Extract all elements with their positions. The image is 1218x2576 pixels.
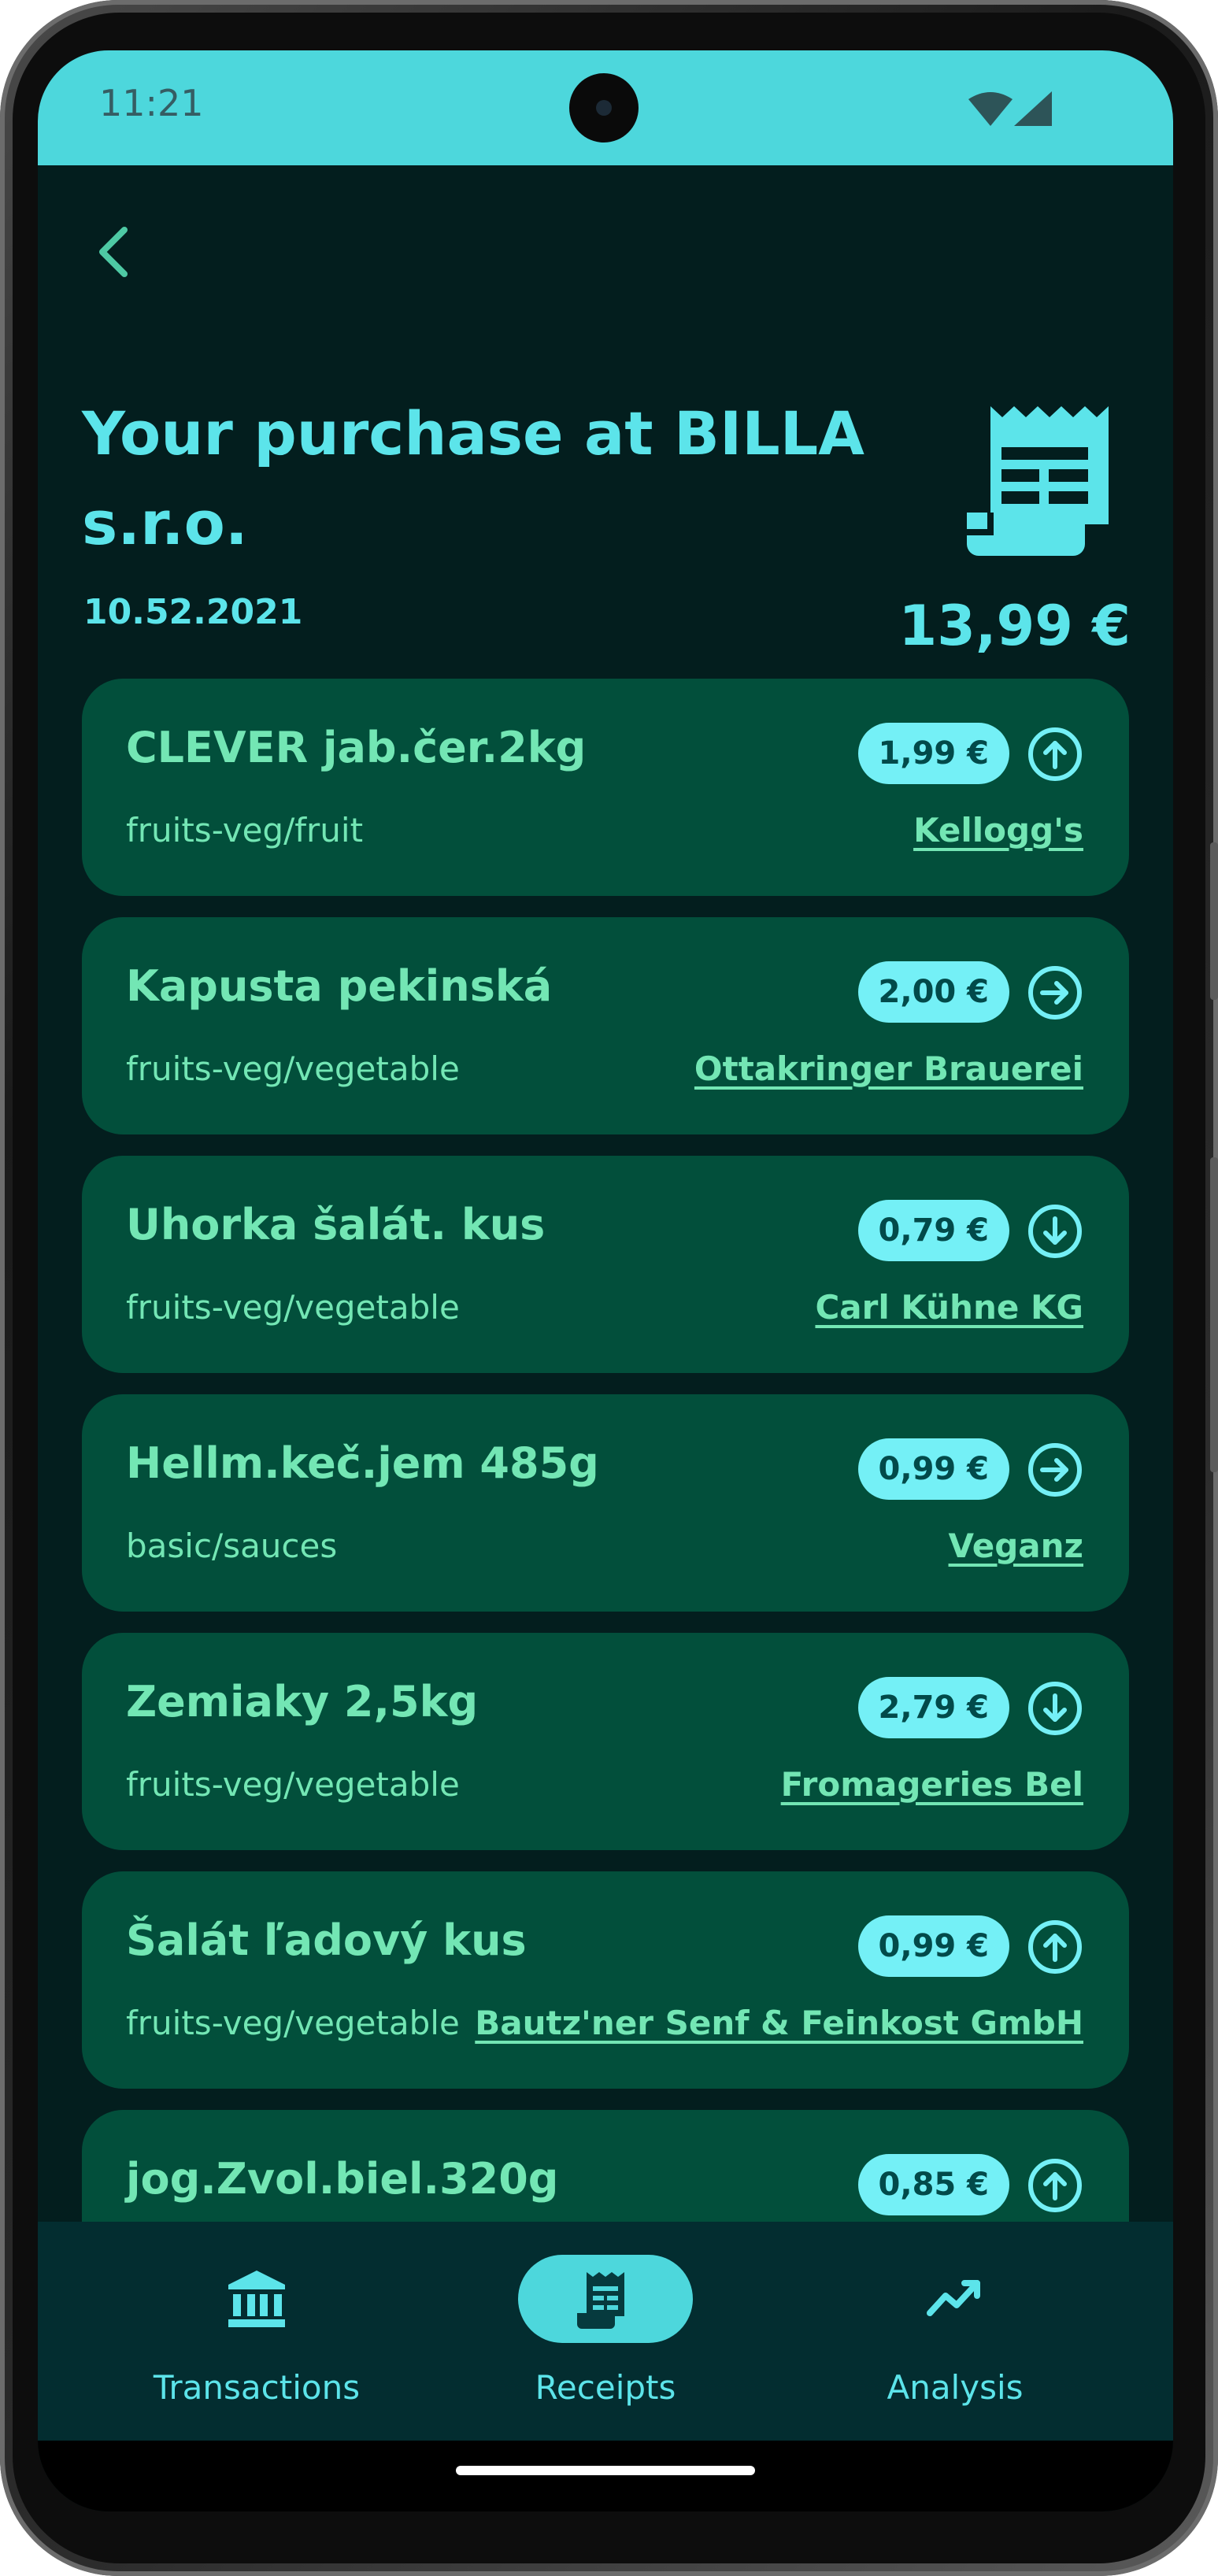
arrow-right-circle-icon <box>1028 966 1082 1020</box>
bank-icon <box>228 2271 285 2327</box>
item-name: Hellm.keč.jem 485g <box>126 1438 599 1488</box>
price-badge: 0,99 € <box>857 1915 1009 1977</box>
nav-item-analysis[interactable]: Analysis <box>766 2222 1144 2441</box>
price-badge: 2,00 € <box>857 961 1009 1023</box>
item-category: fruits-veg/vegetable <box>126 1765 460 1804</box>
receipt-items-list: CLEVER jab.čer.2kg 1,99 € fruits-veg/fru… <box>82 679 1129 2348</box>
nav-item-transactions[interactable]: Transactions <box>68 2222 446 2441</box>
nav-item-receipts[interactable]: Receipts <box>416 2222 794 2441</box>
volume-button <box>1210 842 1218 1000</box>
purchase-date: 10.52.2021 <box>83 592 303 632</box>
gesture-bar-area <box>38 2441 1173 2511</box>
list-item[interactable]: Kapusta pekinská 2,00 € fruits-veg/veget… <box>82 917 1129 1134</box>
front-camera <box>569 73 639 142</box>
item-name: Uhorka šalát. kus <box>126 1200 546 1249</box>
arrow-right-circle-icon <box>1028 1443 1082 1497</box>
list-item[interactable]: Uhorka šalát. kus 0,79 € fruits-veg/vege… <box>82 1156 1129 1373</box>
arrow-up-circle-icon <box>1028 2159 1082 2212</box>
signal-icon <box>1014 91 1052 126</box>
arrow-down-circle-icon <box>1028 1205 1082 1258</box>
list-item[interactable]: CLEVER jab.čer.2kg 1,99 € fruits-veg/fru… <box>82 679 1129 896</box>
page-title: Your purchase at BILLA s.r.o. <box>82 398 864 558</box>
item-name: CLEVER jab.čer.2kg <box>126 723 587 772</box>
item-name: Kapusta pekinská <box>126 961 553 1011</box>
list-item[interactable]: Zemiaky 2,5kg 2,79 € fruits-veg/vegetabl… <box>82 1633 1129 1850</box>
price-badge: 0,79 € <box>857 1200 1009 1261</box>
brand-link[interactable]: Veganz <box>949 1527 1083 1565</box>
phone-frame: 11:21 Your purchase at BILLA s.r.o. 10.5… <box>0 0 1218 2576</box>
item-name: Zemiaky 2,5kg <box>126 1677 479 1727</box>
price-badge: 2,79 € <box>857 1677 1009 1738</box>
brand-link[interactable]: Bautz'ner Senf & Feinkost GmbH <box>475 2004 1083 2042</box>
price-badge: 0,99 € <box>857 1438 1009 1500</box>
list-item[interactable]: Hellm.keč.jem 485g 0,99 € basic/sauces V… <box>82 1394 1129 1612</box>
item-category: basic/sauces <box>126 1527 338 1565</box>
power-button <box>1210 1157 1218 1472</box>
home-indicator[interactable] <box>456 2466 755 2475</box>
nav-label: Analysis <box>887 2368 1024 2407</box>
status-bar: 11:21 <box>38 50 1173 165</box>
purchase-total: 13,99 € <box>898 594 1131 658</box>
status-time: 11:21 <box>99 82 204 124</box>
price-badge: 0,85 € <box>857 2154 1009 2215</box>
item-category: fruits-veg/vegetable <box>126 1049 460 1088</box>
item-category: fruits-veg/vegetable <box>126 2004 460 2042</box>
arrow-up-circle-icon <box>1028 727 1082 781</box>
chevron-left-icon[interactable] <box>76 213 154 291</box>
arrow-down-circle-icon <box>1028 1682 1082 1735</box>
receipt-icon <box>577 2272 624 2329</box>
bottom-navigation: Transactions Receipts Analysis <box>38 2222 1173 2441</box>
list-item[interactable]: Šalát ľadový kus 0,99 € fruits-veg/veget… <box>82 1871 1129 2089</box>
brand-link[interactable]: Carl Kühne KG <box>815 1288 1083 1327</box>
brand-link[interactable]: Fromageries Bel <box>781 1765 1083 1804</box>
item-name: Šalát ľadový kus <box>126 1915 527 1965</box>
trending-up-icon <box>927 2280 980 2316</box>
brand-link[interactable]: Kellogg's <box>913 811 1083 849</box>
nav-label: Receipts <box>535 2368 676 2407</box>
price-badge: 1,99 € <box>857 723 1009 784</box>
screen: 11:21 Your purchase at BILLA s.r.o. 10.5… <box>38 50 1173 2511</box>
nav-label: Transactions <box>153 2368 361 2407</box>
item-name: jog.Zvol.biel.320g <box>126 2154 559 2204</box>
wifi-icon <box>968 92 1013 126</box>
arrow-up-circle-icon <box>1028 1920 1082 1974</box>
brand-link[interactable]: Ottakringer Brauerei <box>694 1049 1083 1088</box>
item-category: fruits-veg/fruit <box>126 811 364 849</box>
receipt-icon <box>967 406 1109 556</box>
item-category: fruits-veg/vegetable <box>126 1288 460 1327</box>
